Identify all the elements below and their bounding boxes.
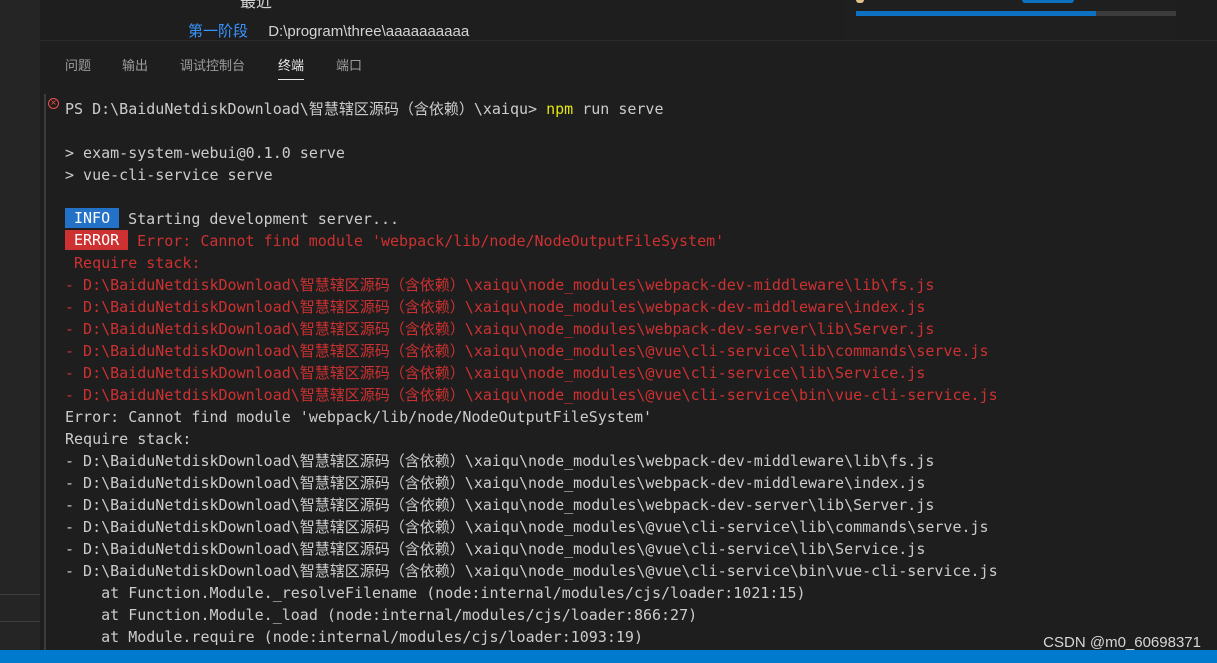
status-bar[interactable]	[0, 650, 1217, 663]
stack-line: - D:\BaiduNetdiskDownload\智慧辖区源码（含依赖）\xa…	[65, 342, 989, 360]
activity-divider	[0, 594, 40, 595]
panel-tab-bar: 问题 输出 调试控制台 终端 端口	[40, 40, 1217, 83]
error-line: ERROR Error: Cannot find module 'webpack/…	[65, 230, 724, 252]
require-stack-heading: Require stack:	[65, 254, 201, 272]
error-circle-icon[interactable]: ×	[48, 98, 59, 109]
prompt: PS D:\BaiduNetdiskDownload\智慧辖区源码（含依赖）\x…	[65, 100, 547, 118]
project-path: D:\program\three\aaaaaaaaaa	[268, 23, 470, 40]
stage-link[interactable]: 第一阶段	[188, 23, 248, 40]
stack-line: - D:\BaiduNetdiskDownload\智慧辖区源码（含依赖）\xa…	[65, 276, 935, 294]
notification-button[interactable]	[1022, 0, 1074, 3]
stack-line: - D:\BaiduNetdiskDownload\智慧辖区源码（含依赖）\xa…	[65, 496, 935, 514]
tab-debug-console[interactable]: 调试控制台	[180, 55, 245, 74]
progress-bar	[856, 11, 1176, 16]
stack-line: - D:\BaiduNetdiskDownload\智慧辖区源码（含依赖）\xa…	[65, 540, 926, 558]
activity-divider	[0, 621, 40, 622]
script-line: > vue-cli-service serve	[65, 166, 273, 184]
stack-line: - D:\BaiduNetdiskDownload\智慧辖区源码（含依赖）\xa…	[65, 320, 935, 338]
trace-line: at Module.require (node:internal/modules…	[65, 628, 643, 646]
watermark: CSDN @m0_60698371	[1043, 634, 1201, 651]
command-args: run serve	[573, 100, 664, 118]
tab-problems[interactable]: 问题	[65, 55, 91, 74]
stack-line: - D:\BaiduNetdiskDownload\智慧辖区源码（含依赖）\xa…	[65, 386, 998, 404]
status-dot-icon	[856, 0, 864, 3]
require-stack-heading: Require stack:	[65, 430, 192, 448]
notification-widget	[846, 0, 1177, 40]
progress-fill	[856, 11, 1096, 16]
error-text: Error: Cannot find module 'webpack/lib/n…	[137, 232, 725, 250]
command-decoration-bar	[44, 94, 46, 650]
tab-ports[interactable]: 端口	[336, 55, 362, 74]
stack-line: - D:\BaiduNetdiskDownload\智慧辖区源码（含依赖）\xa…	[65, 562, 998, 580]
stack-line: - D:\BaiduNetdiskDownload\智慧辖区源码（含依赖）\xa…	[65, 452, 935, 470]
tab-output[interactable]: 输出	[122, 55, 148, 74]
prompt-line: PS D:\BaiduNetdiskDownload\智慧辖区源码（含依赖）\x…	[65, 98, 663, 120]
script-line: > exam-system-webui@0.1.0 serve	[65, 144, 345, 162]
info-line: INFO Starting development server...	[65, 208, 399, 230]
info-text: Starting development server...	[128, 210, 400, 228]
tab-terminal[interactable]: 终端	[278, 55, 305, 80]
trace-line: at Function.Module._resolveFilename (nod…	[65, 584, 806, 602]
error-message: Error: Cannot find module 'webpack/lib/n…	[65, 408, 652, 426]
breadcrumb: 第一阶段 D:\program\three\aaaaaaaaaa	[188, 20, 469, 41]
trace-line: at Function.Module._load (node:internal/…	[65, 606, 698, 624]
stack-line: - D:\BaiduNetdiskDownload\智慧辖区源码（含依赖）\xa…	[65, 298, 926, 316]
editor-heading: 最近	[240, 0, 273, 11]
stack-line: - D:\BaiduNetdiskDownload\智慧辖区源码（含依赖）\xa…	[65, 364, 926, 382]
info-badge: INFO	[65, 208, 120, 228]
error-badge: ERROR	[65, 230, 129, 250]
stack-line: - D:\BaiduNetdiskDownload\智慧辖区源码（含依赖）\xa…	[65, 518, 989, 536]
command-name: npm	[546, 100, 574, 118]
terminal-output[interactable]: × PS D:\BaiduNetdiskDownload\智慧辖区源码（含依赖）…	[40, 88, 1217, 650]
activity-bar	[0, 0, 40, 650]
stack-line: - D:\BaiduNetdiskDownload\智慧辖区源码（含依赖）\xa…	[65, 474, 926, 492]
